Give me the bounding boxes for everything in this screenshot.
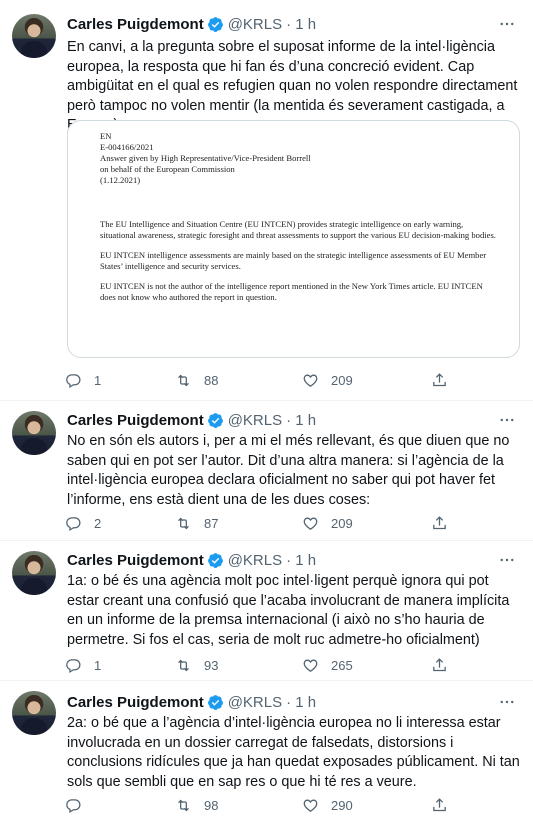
reply-icon xyxy=(66,516,81,531)
share-button[interactable] xyxy=(431,795,448,815)
tweet-header: Carles Puigdemont @KRLS · 1 h xyxy=(67,692,316,712)
retweet-count: 88 xyxy=(204,372,219,388)
share-icon xyxy=(433,372,446,386)
tweet-text: 1a: o bé és una agència molt poc intel·l… xyxy=(67,573,510,648)
share-icon xyxy=(433,515,446,529)
avatar[interactable] xyxy=(12,14,56,58)
tweet[interactable]: Carles Puigdemont @KRLS · 1 h 1a: o bé é… xyxy=(0,540,533,680)
like-count: 265 xyxy=(331,657,353,673)
verified-badge-icon xyxy=(207,552,224,569)
reply-count: 1 xyxy=(94,372,102,388)
tweet[interactable]: Carles Puigdemont @KRLS · 1 h En canvi, … xyxy=(0,0,533,400)
author-name[interactable]: Carles Puigdemont xyxy=(67,694,204,711)
like-button[interactable]: 209 xyxy=(302,513,353,533)
retweet-button[interactable]: 87 xyxy=(175,513,218,533)
doc-line: Answer given by High Representative/Vice… xyxy=(100,153,311,163)
reply-icon xyxy=(66,658,81,673)
avatar[interactable] xyxy=(12,691,56,735)
reply-button[interactable]: 1 xyxy=(65,655,101,675)
retweet-icon xyxy=(178,799,189,811)
reply-icon xyxy=(66,373,81,388)
doc-paragraph: The EU Intelligence and Situation Centre… xyxy=(100,219,496,240)
heart-icon xyxy=(303,799,318,812)
doc-paragraph: EU INTCEN is not the author of the intel… xyxy=(100,281,483,302)
retweet-icon xyxy=(178,517,189,529)
tweet-time[interactable]: · 1 h xyxy=(286,552,316,569)
retweet-button[interactable]: 93 xyxy=(175,655,218,675)
doc-line: EN xyxy=(100,131,112,141)
like-button[interactable]: 290 xyxy=(302,795,353,815)
more-options-icon[interactable] xyxy=(497,14,517,34)
tweet-header: Carles Puigdemont @KRLS · 1 h xyxy=(67,550,316,570)
like-button[interactable]: 265 xyxy=(302,655,353,675)
doc-paragraph: EU INTCEN intelligence assessments are m… xyxy=(100,250,487,271)
verified-badge-icon xyxy=(207,694,224,711)
share-icon xyxy=(433,797,446,811)
avatar[interactable] xyxy=(12,411,56,455)
more-options-icon[interactable] xyxy=(497,692,517,712)
retweet-count: 93 xyxy=(204,657,219,673)
like-count: 290 xyxy=(331,797,353,813)
share-button[interactable] xyxy=(431,655,448,675)
like-count: 209 xyxy=(331,515,353,531)
tweet-actions: 1 88 209 xyxy=(65,370,455,390)
tweet-header: Carles Puigdemont @KRLS · 1 h xyxy=(67,410,316,430)
tweet-actions: 2 87 209 xyxy=(65,513,455,533)
reply-icon xyxy=(66,798,81,813)
tweet-text: No en són els autors i, per a mi el més … xyxy=(67,433,510,508)
tweet-text: 2a: o bé que a l’agència d’intel·ligènci… xyxy=(67,715,520,790)
author-name[interactable]: Carles Puigdemont xyxy=(67,552,204,569)
reply-count: 2 xyxy=(94,515,102,531)
tweet-header: Carles Puigdemont @KRLS · 1 h xyxy=(67,14,316,34)
reply-button[interactable]: 1 xyxy=(65,370,101,390)
share-button[interactable] xyxy=(431,370,448,390)
retweet-count: 98 xyxy=(204,797,219,813)
more-options-icon[interactable] xyxy=(497,410,517,430)
author-handle[interactable]: @KRLS xyxy=(228,16,282,33)
reply-button[interactable] xyxy=(65,795,94,815)
tweet-time[interactable]: · 1 h xyxy=(286,16,316,33)
retweet-button[interactable]: 98 xyxy=(175,795,218,815)
author-handle[interactable]: @KRLS xyxy=(228,694,282,711)
share-button[interactable] xyxy=(431,513,448,533)
retweet-icon xyxy=(178,659,189,671)
doc-line: (1.12.2021) xyxy=(100,175,141,185)
author-handle[interactable]: @KRLS xyxy=(228,552,282,569)
doc-line: E-004166/2021 xyxy=(100,142,154,152)
avatar[interactable] xyxy=(12,551,56,595)
share-icon xyxy=(433,657,446,671)
author-name[interactable]: Carles Puigdemont xyxy=(67,16,204,33)
heart-icon xyxy=(303,374,318,387)
retweet-icon xyxy=(178,374,189,386)
more-options-icon[interactable] xyxy=(497,550,517,570)
heart-icon xyxy=(303,517,318,530)
verified-badge-icon xyxy=(207,16,224,33)
reply-count: 1 xyxy=(94,657,102,673)
author-name[interactable]: Carles Puigdemont xyxy=(67,412,204,429)
tweet-time[interactable]: · 1 h xyxy=(286,694,316,711)
tweet[interactable]: Carles Puigdemont @KRLS · 1 h 2a: o bé q… xyxy=(0,680,533,823)
retweet-button[interactable]: 88 xyxy=(175,370,218,390)
like-count: 209 xyxy=(331,372,353,388)
tweet-actions: 98 290 xyxy=(65,795,455,815)
author-handle[interactable]: @KRLS xyxy=(228,412,282,429)
heart-icon xyxy=(303,659,318,672)
tweet-time[interactable]: · 1 h xyxy=(286,412,316,429)
verified-badge-icon xyxy=(207,412,224,429)
retweet-count: 87 xyxy=(204,515,219,531)
tweet-actions: 1 93 265 xyxy=(65,655,455,675)
doc-line: on behalf of the European Commission xyxy=(100,164,235,174)
reply-button[interactable]: 2 xyxy=(65,513,101,533)
attached-document-image[interactable]: EN E-004166/2021 Answer given by High Re… xyxy=(67,120,520,358)
like-button[interactable]: 209 xyxy=(302,370,353,390)
tweet[interactable]: Carles Puigdemont @KRLS · 1 h No en són … xyxy=(0,400,533,540)
